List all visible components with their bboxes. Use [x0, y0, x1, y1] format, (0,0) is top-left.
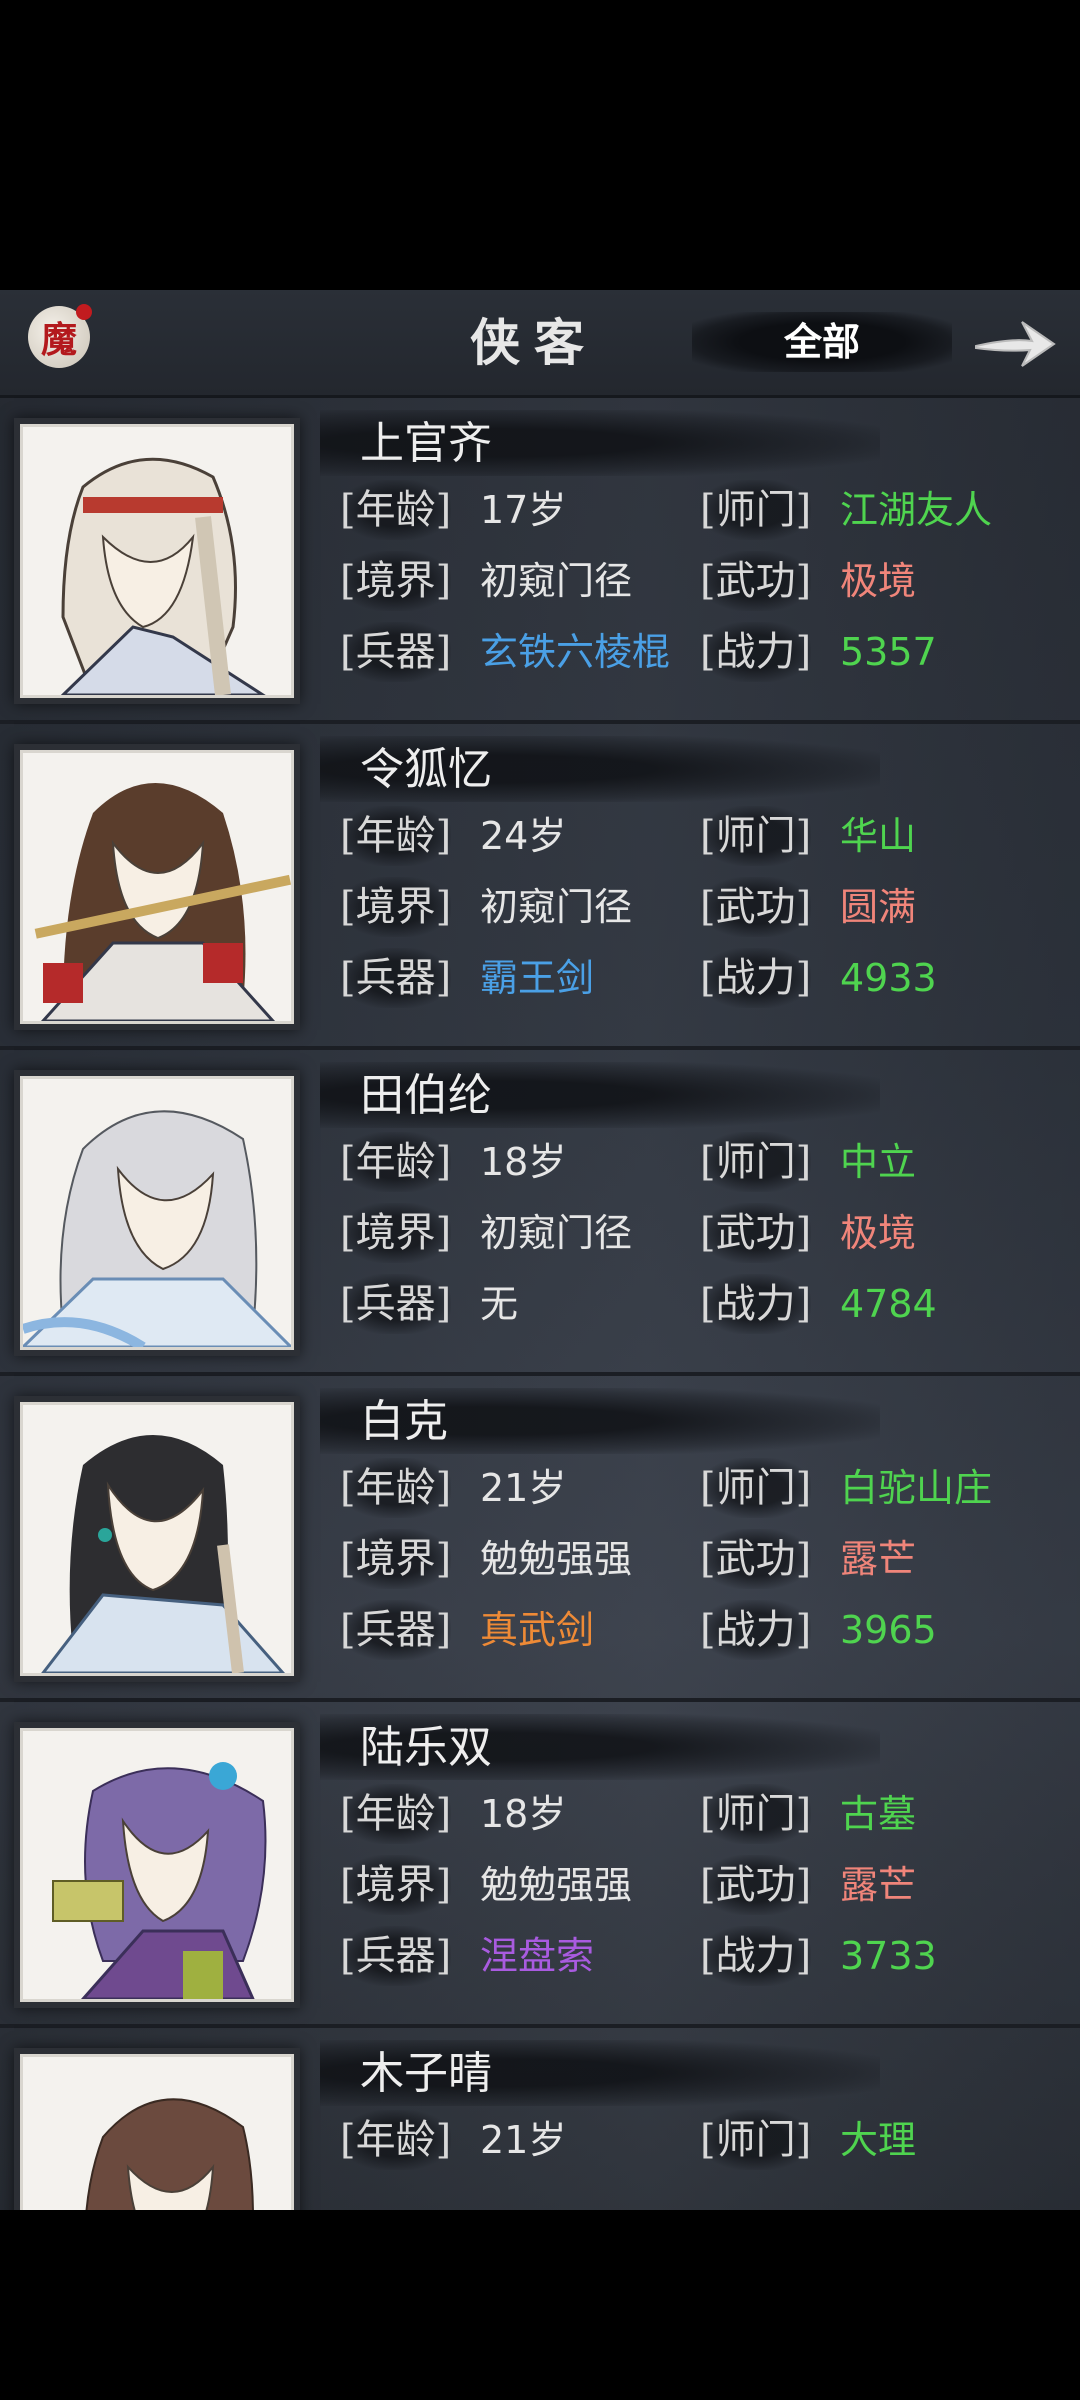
power-label: [战力] [700, 1274, 812, 1334]
power-value: 4933 [840, 956, 937, 1000]
hero-portrait [20, 1076, 294, 1350]
sect-value: 古墓 [840, 1792, 917, 1836]
hero-card[interactable]: 令狐忆 [年龄] 24岁 [师门] 华山 [境界] 初窥门径 [武功] 圆满 [… [0, 724, 1080, 1050]
power-value: 3733 [840, 1934, 937, 1978]
realm-label: [境界] [340, 551, 452, 611]
weapon-value: 无 [480, 1282, 519, 1326]
hero-portrait [20, 424, 294, 698]
sect-value: 华山 [840, 814, 917, 858]
power-label: [战力] [700, 1600, 812, 1660]
hero-name: 上官齐 [360, 418, 492, 469]
realm-label: [境界] [340, 1855, 452, 1915]
hero-card[interactable]: 白克 [年龄] 21岁 [师门] 白驼山庄 [境界] 勉勉强强 [武功] 露芒 … [0, 1376, 1080, 1702]
hero-name: 陆乐双 [360, 1722, 492, 1773]
skill-label: [武功] [700, 551, 812, 611]
realm-value: 勉勉强强 [480, 1537, 633, 1581]
realm-value: 初窥门径 [480, 559, 633, 603]
age-value: 17岁 [480, 488, 567, 532]
realm-label: [境界] [340, 877, 452, 937]
sect-label: [师门] [700, 2110, 812, 2170]
hero-name: 田伯纶 [360, 1070, 492, 1121]
age-label: [年龄] [340, 1784, 452, 1844]
badge-glyph: 魔 [40, 319, 77, 361]
hero-name: 木子晴 [360, 2048, 492, 2099]
hero-portrait [20, 750, 294, 1024]
realm-label: [境界] [340, 1203, 452, 1263]
game-screen: 魔 侠客 全部 上官齐 [年龄] 17岁 [师门] 江湖友人 [境界] 初窥门径… [0, 290, 1080, 2210]
sect-label: [师门] [700, 1458, 812, 1518]
weapon-label: [兵器] [340, 622, 452, 682]
age-label: [年龄] [340, 806, 452, 866]
realm-value: 勉勉强强 [480, 1863, 633, 1907]
age-label: [年龄] [340, 2110, 452, 2170]
sect-label: [师门] [700, 1132, 812, 1192]
hero-portrait [20, 1728, 294, 2002]
skill-value: 露芒 [840, 1863, 917, 1907]
power-value: 4784 [840, 1282, 937, 1326]
hero-name: 白克 [360, 1396, 448, 1447]
filter-button[interactable]: 全部 [692, 312, 952, 372]
skill-label: [武功] [700, 1855, 812, 1915]
age-value: 21岁 [480, 2118, 567, 2162]
weapon-value: 霸王剑 [480, 956, 595, 1000]
power-value: 5357 [840, 630, 937, 674]
age-label: [年龄] [340, 480, 452, 540]
power-label: [战力] [700, 948, 812, 1008]
age-label: [年龄] [340, 1458, 452, 1518]
weapon-label: [兵器] [340, 1926, 452, 1986]
power-label: [战力] [700, 1926, 812, 1986]
realm-value: 初窥门径 [480, 1211, 633, 1255]
weapon-value: 玄铁六棱棍 [480, 630, 671, 674]
realm-label: [境界] [340, 1529, 452, 1589]
badge-dot [76, 304, 92, 320]
hero-portrait [20, 2054, 294, 2210]
age-value: 24岁 [480, 814, 567, 858]
hero-list: 上官齐 [年龄] 17岁 [师门] 江湖友人 [境界] 初窥门径 [武功] 极境… [0, 398, 1080, 2210]
skill-label: [武功] [700, 877, 812, 937]
skill-label: [武功] [700, 1203, 812, 1263]
weapon-label: [兵器] [340, 948, 452, 1008]
mode-badge[interactable]: 魔 [28, 304, 92, 368]
sect-label: [师门] [700, 480, 812, 540]
weapon-value: 真武剑 [480, 1608, 595, 1652]
page-title: 侠客 [470, 313, 598, 372]
weapon-label: [兵器] [340, 1274, 452, 1334]
age-value: 21岁 [480, 1466, 567, 1510]
sect-label: [师门] [700, 1784, 812, 1844]
weapon-value: 涅盘索 [480, 1934, 595, 1978]
skill-value: 极境 [840, 559, 917, 603]
hero-portrait [20, 1402, 294, 1676]
hero-card[interactable]: 上官齐 [年龄] 17岁 [师门] 江湖友人 [境界] 初窥门径 [武功] 极境… [0, 398, 1080, 724]
hero-card[interactable]: 田伯纶 [年龄] 18岁 [师门] 中立 [境界] 初窥门径 [武功] 极境 [… [0, 1050, 1080, 1376]
skill-value: 露芒 [840, 1537, 917, 1581]
top-bar: 魔 侠客 全部 [0, 290, 1080, 398]
sect-value: 白驼山庄 [840, 1466, 993, 1510]
power-value: 3965 [840, 1608, 937, 1652]
skill-label: [武功] [700, 1529, 812, 1589]
hero-name: 令狐忆 [360, 744, 492, 795]
skill-value: 圆满 [840, 885, 917, 929]
sect-value: 中立 [840, 1140, 917, 1184]
sect-label: [师门] [700, 806, 812, 866]
age-value: 18岁 [480, 1140, 567, 1184]
sect-value: 大理 [840, 2118, 917, 2162]
hero-card[interactable]: 木子晴 [年龄] 21岁 [师门] 大理 [0, 2028, 1080, 2210]
realm-value: 初窥门径 [480, 885, 633, 929]
sect-value: 江湖友人 [840, 488, 993, 532]
age-value: 18岁 [480, 1792, 567, 1836]
next-arrow-icon[interactable] [970, 308, 1060, 378]
hero-card[interactable]: 陆乐双 [年龄] 18岁 [师门] 古墓 [境界] 勉勉强强 [武功] 露芒 [… [0, 1702, 1080, 2028]
age-label: [年龄] [340, 1132, 452, 1192]
power-label: [战力] [700, 622, 812, 682]
weapon-label: [兵器] [340, 1600, 452, 1660]
skill-value: 极境 [840, 1211, 917, 1255]
